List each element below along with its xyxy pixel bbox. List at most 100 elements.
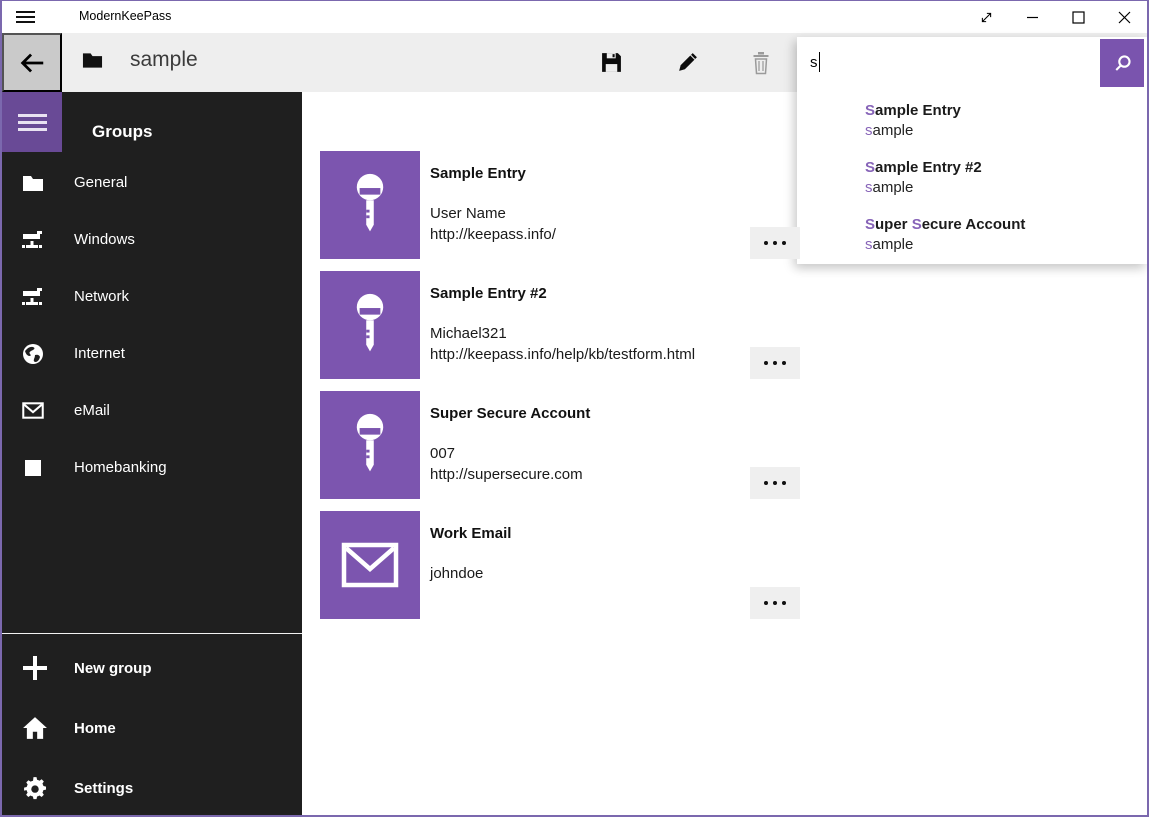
key-icon xyxy=(350,172,390,238)
group-list: General Windows Network xyxy=(2,154,302,496)
minimize-button[interactable] xyxy=(1009,1,1055,33)
sidebar-item-general[interactable]: General xyxy=(2,154,302,211)
fullscreen-button[interactable] xyxy=(963,1,1009,33)
entry-text: Work Email johndoe xyxy=(430,511,744,584)
entry-row-super-secure-account[interactable]: Super Secure Account 007 http://supersec… xyxy=(320,391,800,499)
sidebar-item-label: Internet xyxy=(74,345,125,362)
entry-title: Sample Entry #2 xyxy=(430,283,744,304)
back-button[interactable] xyxy=(2,33,62,92)
minimize-icon xyxy=(1026,11,1039,24)
sidebar-item-label: New group xyxy=(74,660,152,677)
entry-more-button[interactable] xyxy=(750,347,800,379)
fullscreen-icon xyxy=(979,10,994,25)
mail-icon xyxy=(22,400,44,422)
entry-details: User Name http://keepass.info/ xyxy=(430,203,744,245)
app-window: ModernKeePass sample xyxy=(0,0,1149,817)
window-title: ModernKeePass xyxy=(79,9,171,23)
entry-row-work-email[interactable]: Work Email johndoe xyxy=(320,511,800,619)
plus-icon xyxy=(22,655,48,681)
entry-row-sample-entry-2[interactable]: Sample Entry #2 Michael321 http://keepas… xyxy=(320,271,800,379)
banking-icon xyxy=(22,457,44,479)
database-folder-icon xyxy=(82,51,103,74)
network-icon xyxy=(22,229,44,251)
suggestion-item[interactable]: Super Secure Account sample xyxy=(797,207,1147,264)
sidebar-item-email[interactable]: eMail xyxy=(2,382,302,439)
sidebar-item-home[interactable]: Home xyxy=(2,698,302,758)
delete-trash-icon xyxy=(750,51,772,75)
magnifier-icon xyxy=(1113,54,1132,73)
edit-button[interactable] xyxy=(656,33,718,92)
entry-more-button[interactable] xyxy=(750,467,800,499)
sidebar-separator xyxy=(2,633,302,634)
entry-tile xyxy=(320,391,420,499)
home-icon xyxy=(22,715,48,741)
entry-username: User Name xyxy=(430,203,744,224)
maximize-button[interactable] xyxy=(1055,1,1101,33)
entry-more-button[interactable] xyxy=(750,587,800,619)
search-input[interactable]: s xyxy=(810,53,820,73)
entry-username: johndoe xyxy=(430,563,744,584)
suggestion-title: Super Secure Account xyxy=(865,214,1147,235)
suggestion-item[interactable]: Sample Entry sample xyxy=(797,93,1147,150)
entry-title: Sample Entry xyxy=(430,163,744,184)
gear-icon xyxy=(22,775,48,801)
entry-text: Sample Entry #2 Michael321 http://keepas… xyxy=(430,271,744,365)
sidebar-header: Groups xyxy=(92,112,152,152)
suggestion-subtitle: sample xyxy=(865,178,1147,198)
entry-url: http://keepass.info/ xyxy=(430,224,744,245)
sidebar-item-new-group[interactable]: New group xyxy=(2,638,302,698)
suggestion-item[interactable]: Sample Entry #2 sample xyxy=(797,150,1147,207)
delete-button[interactable] xyxy=(730,33,792,92)
suggestion-title: Sample Entry #2 xyxy=(865,157,1147,178)
key-icon xyxy=(350,292,390,358)
entry-details: 007 http://supersecure.com xyxy=(430,443,744,485)
sidebar-item-label: Homebanking xyxy=(74,459,167,476)
sidebar-item-label: General xyxy=(74,174,127,191)
entry-row-sample-entry[interactable]: Sample Entry User Name http://keepass.in… xyxy=(320,151,800,259)
suggestion-subtitle: sample xyxy=(865,121,1147,141)
entry-username: 007 xyxy=(430,443,744,464)
entry-url: http://supersecure.com xyxy=(430,464,744,485)
sidebar-hamburger-button[interactable] xyxy=(2,92,62,152)
maximize-icon xyxy=(1072,11,1085,24)
sidebar-item-internet[interactable]: Internet xyxy=(2,325,302,382)
suggestion-subtitle: sample xyxy=(865,235,1147,255)
search-panel: s Sample Entry sample Sample Entry #2 sa… xyxy=(797,37,1147,264)
entry-details: johndoe xyxy=(430,563,744,584)
network-icon xyxy=(22,286,44,308)
titlebar: ModernKeePass xyxy=(2,1,1147,33)
sidebar-item-homebanking[interactable]: Homebanking xyxy=(2,439,302,496)
suggestion-title: Sample Entry xyxy=(865,100,1147,121)
save-button[interactable] xyxy=(580,33,642,92)
mail-icon xyxy=(341,542,399,588)
search-suggestions: Sample Entry sample Sample Entry #2 samp… xyxy=(797,93,1147,264)
sidebar-item-label: eMail xyxy=(74,402,110,419)
entry-tile xyxy=(320,151,420,259)
save-icon xyxy=(600,51,623,74)
sidebar-item-settings[interactable]: Settings xyxy=(2,758,302,817)
sidebar: Groups General Windows Network xyxy=(2,92,302,815)
back-arrow-icon xyxy=(17,48,47,78)
text-caret xyxy=(819,52,821,72)
titlebar-hamburger-icon[interactable] xyxy=(16,9,35,25)
sidebar-item-label: Network xyxy=(74,288,129,305)
sidebar-item-label: Windows xyxy=(74,231,135,248)
folder-icon xyxy=(22,172,44,194)
entry-text: Sample Entry User Name http://keepass.in… xyxy=(430,151,744,245)
entry-url: http://keepass.info/help/kb/testform.htm… xyxy=(430,344,744,365)
sidebar-item-windows[interactable]: Windows xyxy=(2,211,302,268)
search-button[interactable] xyxy=(1100,39,1144,87)
sidebar-item-network[interactable]: Network xyxy=(2,268,302,325)
edit-pencil-icon xyxy=(676,51,699,74)
entry-username: Michael321 xyxy=(430,323,744,344)
window-controls xyxy=(963,1,1147,33)
entry-more-button[interactable] xyxy=(750,227,800,259)
sidebar-item-label: Settings xyxy=(74,780,133,797)
close-button[interactable] xyxy=(1101,1,1147,33)
entry-details: Michael321 http://keepass.info/help/kb/t… xyxy=(430,323,744,365)
sidebar-footer: New group Home Settings xyxy=(2,638,302,817)
database-name: sample xyxy=(130,48,198,72)
globe-icon xyxy=(22,343,44,365)
sidebar-item-label: Home xyxy=(74,720,116,737)
entry-list: Sample Entry User Name http://keepass.in… xyxy=(320,151,800,631)
